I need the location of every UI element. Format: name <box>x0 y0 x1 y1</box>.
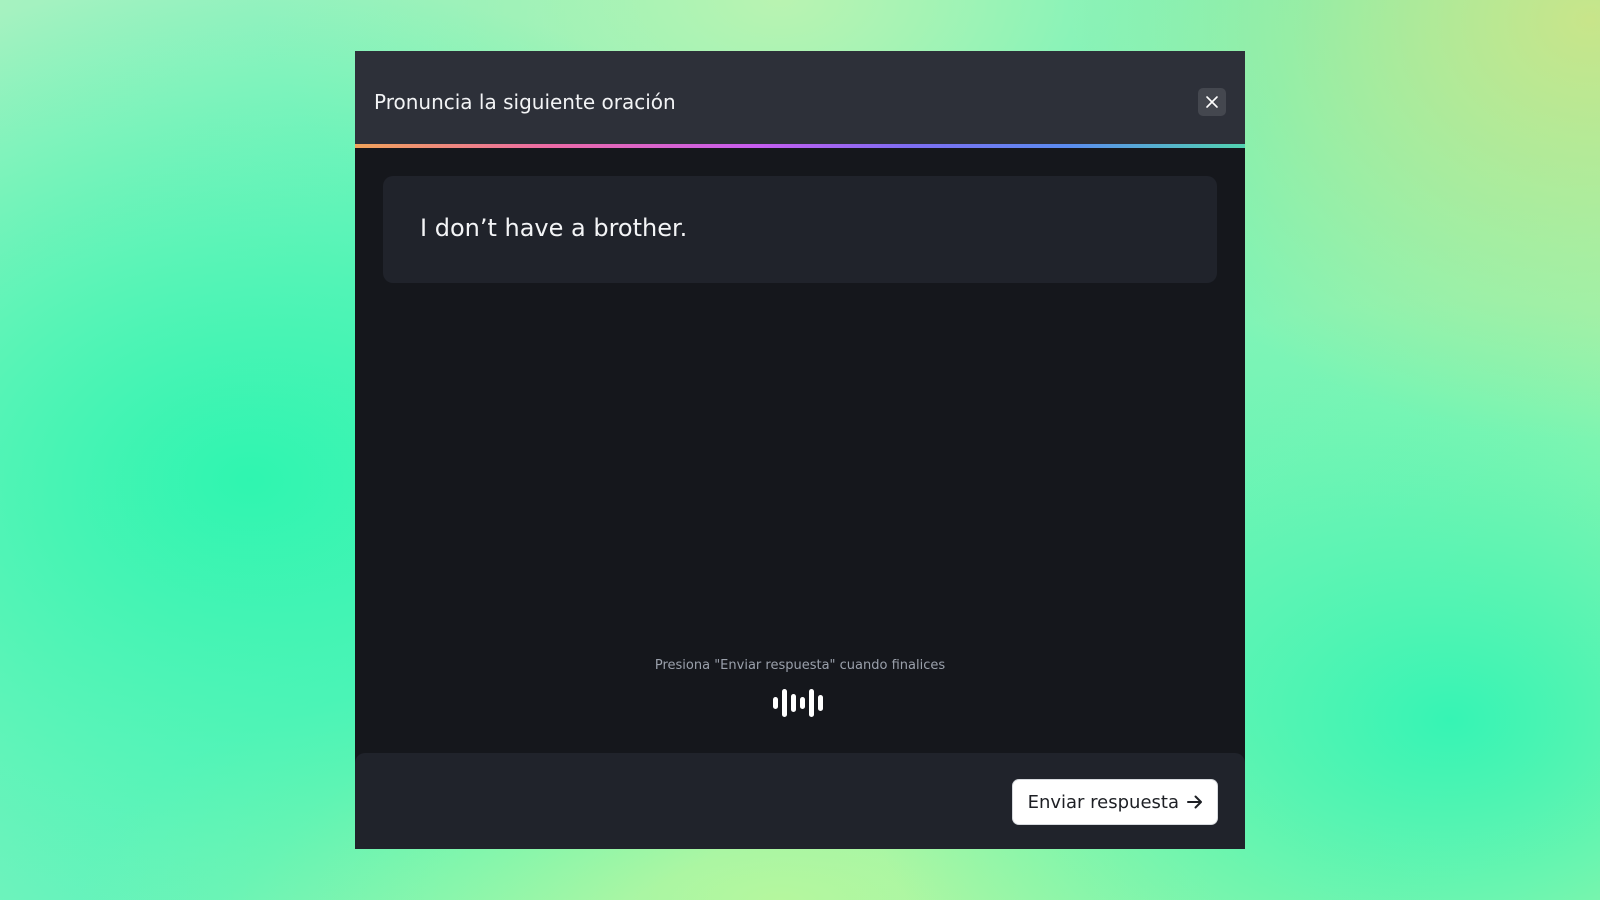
progress-accent-bar <box>355 144 1245 148</box>
submit-answer-label: Enviar respuesta <box>1027 791 1179 813</box>
sentence-card: I don’t have a brother. <box>383 176 1217 283</box>
audio-waveform-icon <box>773 689 823 717</box>
modal-title: Pronuncia la siguiente oración <box>374 90 676 114</box>
modal-footer: Enviar respuesta <box>355 753 1245 849</box>
submit-answer-button[interactable]: Enviar respuesta <box>1012 780 1217 824</box>
close-button[interactable] <box>1198 88 1226 116</box>
pronunciation-modal: Pronuncia la siguiente oración I don’t h… <box>355 51 1245 849</box>
sentence-text: I don’t have a brother. <box>420 214 688 242</box>
arrow-right-icon <box>1187 795 1203 809</box>
modal-header: Pronuncia la siguiente oración <box>355 51 1245 144</box>
close-icon <box>1206 96 1218 108</box>
recording-hint: Presiona "Enviar respuesta" cuando final… <box>654 658 946 673</box>
